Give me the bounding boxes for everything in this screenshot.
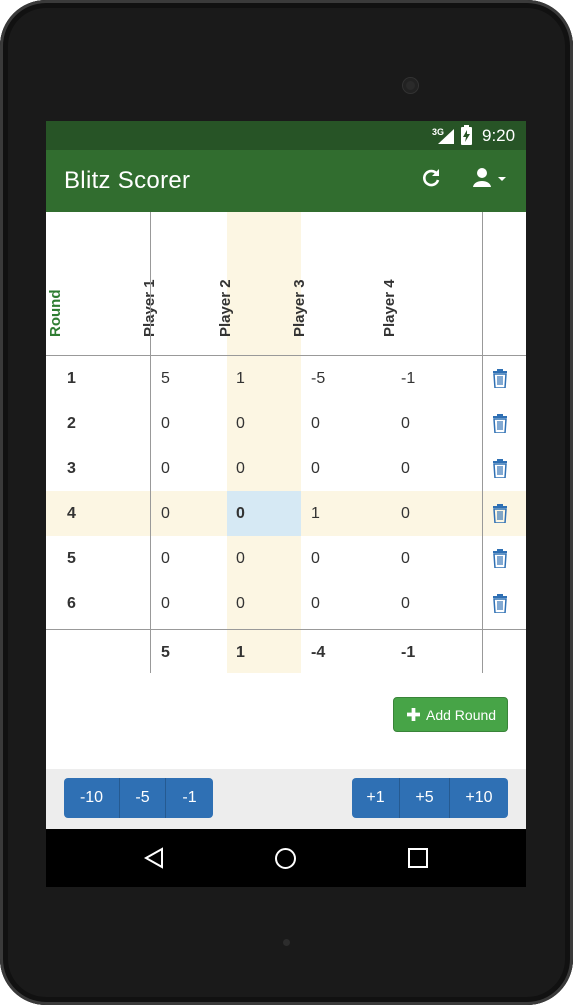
totals-row: 5 1 -4 -1 [46,630,526,673]
table-row: 6 0 0 0 0 [46,581,526,626]
header-player-3[interactable]: Player 3 [291,212,368,355]
column-divider [482,212,483,673]
score-cell[interactable]: 0 [161,536,170,581]
score-cell[interactable]: 0 [401,491,410,536]
score-cell[interactable]: 0 [401,581,410,626]
app-bar: Blitz Scorer [46,150,526,212]
trash-icon[interactable] [492,594,508,613]
score-cell[interactable]: 0 [311,401,320,446]
clock: 9:20 [482,126,516,145]
round-number: 2 [67,415,76,432]
plus-icon [407,708,420,721]
table-row: 1 5 1 -5 -1 [46,356,526,401]
recent-apps-icon[interactable] [408,848,428,868]
decrement-group: -10 -5 -1 [64,778,213,818]
score-cell[interactable]: 0 [161,446,170,491]
selected-score-cell[interactable]: 0 [227,491,301,536]
increment-group: +1 +5 +10 [352,778,508,818]
header-player-2-label: Player 2 [217,279,234,337]
score-cell[interactable]: 0 [236,401,245,446]
score-cell[interactable]: 0 [161,401,170,446]
plus-1-button[interactable]: +1 [352,778,400,818]
score-cell[interactable]: -1 [401,356,415,401]
trash-icon[interactable] [492,459,508,478]
minus-1-button[interactable]: -1 [166,778,213,818]
score-cell[interactable]: 0 [236,536,245,581]
user-icon [477,168,487,178]
trash-icon[interactable] [492,549,508,568]
score-cell[interactable]: 1 [236,356,245,401]
score-cell[interactable]: 0 [236,581,245,626]
header-player-2[interactable]: Player 2 [217,212,294,355]
score-adjust-toolbar: -10 -5 -1 +1 +5 +10 [46,769,526,829]
minus-5-button[interactable]: -5 [120,778,166,818]
score-cell[interactable]: 0 [401,536,410,581]
header-player-4[interactable]: Player 4 [381,212,458,355]
total-player-3: -4 [311,644,326,661]
caret-down-icon [498,177,506,181]
score-cell[interactable]: 5 [161,356,170,401]
back-icon[interactable] [143,847,165,869]
signal-icon [438,129,454,144]
sensor-dot [283,939,290,946]
round-number: 3 [67,460,76,477]
score-cell[interactable]: 1 [311,491,320,536]
total-player-2: 1 [236,644,245,661]
refresh-icon[interactable] [420,167,442,189]
status-bar: 3G 9:20 [46,121,526,150]
score-cell[interactable]: 0 [161,581,170,626]
score-cell[interactable]: 0 [311,581,320,626]
minus-10-button[interactable]: -10 [64,778,120,818]
plus-5-button[interactable]: +5 [400,778,450,818]
total-player-1: 5 [161,644,170,661]
user-menu-button[interactable] [472,167,512,191]
home-icon[interactable] [274,847,297,870]
trash-icon[interactable] [492,414,508,433]
header-player-3-label: Player 3 [291,279,308,337]
tablet-frame: 3G 9:20 Blitz Scorer Round Player 2 Play… [0,0,573,1005]
table-row: 5 0 0 0 0 [46,536,526,581]
round-number: 1 [67,370,76,387]
header-round[interactable]: Round [47,212,144,355]
camera [403,78,418,93]
screen: 3G 9:20 Blitz Scorer Round Player 2 Play… [46,121,526,887]
trash-icon[interactable] [492,369,508,388]
total-player-4: -1 [401,644,416,661]
score-cell[interactable]: -5 [311,356,325,401]
table-row-selected: 4 0 0 1 0 [46,491,526,536]
app-title: Blitz Scorer [64,167,191,194]
header-player-1[interactable]: Player 1 [141,212,218,355]
table-row: 3 0 0 0 0 [46,446,526,491]
add-round-label: Add Round [426,707,497,723]
score-cell[interactable]: 0 [236,446,245,491]
score-cell[interactable]: 0 [401,446,410,491]
header-player-4-label: Player 4 [381,279,398,337]
score-cell[interactable]: 0 [161,491,170,536]
add-round-button[interactable]: Add Round [393,697,508,732]
round-number: 4 [67,505,76,522]
score-cell[interactable]: 0 [401,401,410,446]
battery-icon [461,125,472,145]
score-cell[interactable]: 0 [311,446,320,491]
table-row: 2 0 0 0 0 [46,401,526,446]
round-number: 6 [67,595,76,612]
score-cell[interactable]: 0 [311,536,320,581]
system-nav-bar [46,829,526,887]
round-number: 5 [67,550,76,567]
plus-10-button[interactable]: +10 [450,778,508,818]
column-divider [150,212,151,673]
trash-icon[interactable] [492,504,508,523]
header-round-label: Round [47,289,64,337]
